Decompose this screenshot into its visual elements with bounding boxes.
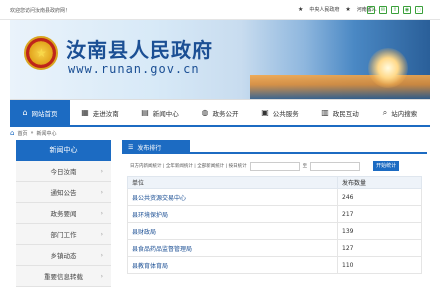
home-icon: ⌂ bbox=[10, 129, 15, 137]
unit-link[interactable]: 县财政局 bbox=[127, 222, 338, 240]
nav-interaction[interactable]: ▥ 政民互动 bbox=[310, 100, 370, 125]
wechat-icon[interactable]: ◌ bbox=[415, 6, 423, 14]
sidebar-item-reprint[interactable]: 重要信息转载 › bbox=[16, 266, 111, 287]
sidebar-item-today[interactable]: 今日汝南 › bbox=[16, 161, 111, 182]
top-bar: 欢迎您访问汝南县政府网！ ★ 中央人民政府 ★ 河南省人 ☐ ✉ ⇪ ◉ ◌ bbox=[0, 0, 440, 20]
chevron-right-icon: › bbox=[100, 272, 103, 280]
count-value: 217 bbox=[337, 205, 422, 223]
weibo-icon[interactable]: ◉ bbox=[403, 6, 411, 14]
table-row: 县教育体育局 110 bbox=[127, 256, 422, 274]
news-icon: ▤ bbox=[141, 108, 149, 117]
star-icon: ★ bbox=[298, 6, 304, 13]
list-icon: ☰ bbox=[128, 143, 134, 151]
building-icon: ▦ bbox=[81, 108, 89, 117]
gov-icon: ◍ bbox=[201, 108, 209, 117]
unit-link[interactable]: 县食品药品监督管理局 bbox=[127, 239, 338, 257]
date-from-input[interactable] bbox=[249, 161, 300, 171]
nav-home[interactable]: ⌂ 网站首页 bbox=[10, 100, 70, 125]
stats-filter: 日方内新闻统计 | 全年新闻统计 | 全部新闻统计 | 按日统计 至 开始统计 bbox=[122, 160, 427, 172]
date-to-label: 至 bbox=[302, 164, 308, 169]
count-value: 139 bbox=[337, 222, 422, 240]
chevron-right-icon: › bbox=[100, 167, 103, 175]
chat-icon: ▥ bbox=[321, 108, 329, 117]
national-emblem-icon: ★ bbox=[24, 36, 58, 70]
breadcrumb-home[interactable]: 首页 bbox=[17, 130, 27, 137]
table-header: 单位 发布数量 bbox=[127, 176, 422, 189]
count-value: 246 bbox=[337, 188, 422, 206]
sidebar-title: 新闻中心 bbox=[16, 140, 111, 161]
sidebar-item-gov-news[interactable]: 政务要闻 › bbox=[16, 203, 111, 224]
site-title: 汝南县人民政府 bbox=[66, 38, 213, 62]
unit-link[interactable]: 县环境保护局 bbox=[127, 205, 338, 223]
unit-link[interactable]: 县教育体育局 bbox=[127, 256, 338, 274]
site-banner: ★ 汝南县人民政府 www.runan.gov.cn bbox=[10, 20, 430, 99]
share-icon[interactable]: ⇪ bbox=[391, 6, 399, 14]
stats-mode-links[interactable]: 日方内新闻统计 | 全年新闻统计 | 全部新闻统计 | 按日统计 bbox=[130, 163, 247, 169]
star-icon: ★ bbox=[345, 6, 351, 13]
welcome-text: 欢迎您访问汝南县政府网！ bbox=[10, 8, 71, 14]
sun-image bbox=[368, 48, 408, 88]
section-header: ☰ 发布排行 bbox=[122, 140, 427, 154]
sidebar-item-dept-work[interactable]: 部门工作 › bbox=[16, 224, 111, 245]
column-count: 发布数量 bbox=[337, 176, 422, 189]
count-value: 127 bbox=[337, 239, 422, 257]
table-row: 县环境保护局 217 bbox=[127, 205, 422, 223]
site-url: www.runan.gov.cn bbox=[68, 62, 200, 76]
chevron-right-icon: › bbox=[100, 209, 103, 217]
breadcrumb-current[interactable]: 新闻中心 bbox=[37, 130, 57, 137]
sidebar-item-notices[interactable]: 通知公告 › bbox=[16, 182, 111, 203]
link-central-gov[interactable]: 中央人民政府 bbox=[309, 6, 339, 13]
tab-ranking[interactable]: ☰ 发布排行 bbox=[122, 140, 190, 154]
sidebar: 新闻中心 今日汝南 › 通知公告 › 政务要闻 › 部门工作 › 乡镇动态 › 重要信息转… bbox=[16, 140, 111, 287]
phone-icon[interactable]: ☐ bbox=[367, 6, 375, 14]
nav-about[interactable]: ▦ 走进汝南 bbox=[70, 100, 130, 125]
service-icon: ▣ bbox=[261, 108, 269, 117]
nav-news[interactable]: ▤ 新闻中心 bbox=[130, 100, 190, 125]
nav-services[interactable]: ▣ 公共服务 bbox=[250, 100, 310, 125]
nav-search[interactable]: ⌕ 站内搜索 bbox=[370, 100, 430, 125]
chevron-right-icon: › bbox=[100, 188, 103, 196]
start-stats-button[interactable]: 开始统计 bbox=[373, 161, 400, 171]
breadcrumb: ⌂ 首页 » 新闻中心 bbox=[10, 129, 57, 137]
search-icon: ⌕ bbox=[382, 107, 388, 117]
main-content: ☰ 发布排行 日方内新闻统计 | 全年新闻统计 | 全部新闻统计 | 按日统计 至… bbox=[122, 140, 427, 274]
chevron-right-icon: › bbox=[100, 230, 103, 238]
email-icon[interactable]: ✉ bbox=[379, 6, 387, 14]
table-row: 县食品药品监督管理局 127 bbox=[127, 239, 422, 257]
home-icon: ⌂ bbox=[22, 108, 28, 117]
table-row: 县公共资源交易中心 246 bbox=[127, 188, 422, 206]
ranking-table: 单位 发布数量 县公共资源交易中心 246 县环境保护局 217 县财政局 139 县… bbox=[127, 176, 422, 274]
table-row: 县财政局 139 bbox=[127, 222, 422, 240]
chevron-right-icon: › bbox=[100, 251, 103, 259]
nav-gov-affairs[interactable]: ◍ 政务公开 bbox=[190, 100, 250, 125]
count-value: 110 bbox=[337, 256, 422, 274]
unit-link[interactable]: 县公共资源交易中心 bbox=[127, 188, 338, 206]
date-to-input[interactable] bbox=[310, 161, 361, 171]
sidebar-item-town-news[interactable]: 乡镇动态 › bbox=[16, 245, 111, 266]
column-unit: 单位 bbox=[127, 176, 338, 189]
main-nav: ⌂ 网站首页 ▦ 走进汝南 ▤ 新闻中心 ◍ 政务公开 ▣ 公共服务 ▥ 政民互动 ⌕ 站内搜… bbox=[10, 99, 430, 127]
